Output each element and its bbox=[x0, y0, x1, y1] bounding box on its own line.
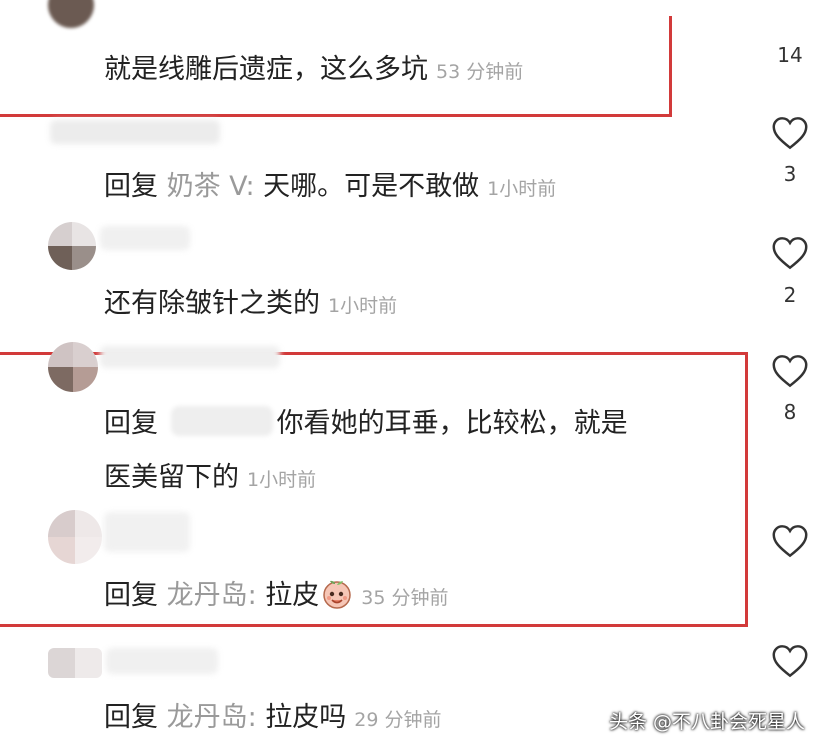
reply-label: 回复 bbox=[104, 171, 158, 202]
comment-4: 回复 你看她的耳垂，比较松，就是 bbox=[104, 401, 628, 440]
highlight-box-1 bbox=[0, 16, 672, 117]
blurred-username bbox=[50, 120, 220, 144]
comment-text: 医美留下的 bbox=[104, 462, 239, 493]
comment-text: 天哪。可是不敢做 bbox=[254, 171, 480, 202]
avatar[interactable] bbox=[48, 648, 102, 678]
comment-timestamp: 1小时前 bbox=[487, 178, 557, 200]
blurred-username bbox=[104, 512, 190, 552]
reply-username[interactable]: 龙丹岛: bbox=[167, 702, 257, 733]
comment-4-line-2: 医美留下的 1小时前 bbox=[104, 455, 316, 494]
blurred-username bbox=[100, 346, 280, 368]
blurred-username bbox=[106, 648, 218, 674]
blurred-username bbox=[100, 226, 190, 250]
comment-timestamp: 1小时前 bbox=[247, 469, 317, 491]
heart-outline-icon[interactable] bbox=[771, 644, 809, 678]
like-count: 8 bbox=[783, 400, 797, 424]
heart-outline-icon[interactable] bbox=[771, 116, 809, 150]
like-count: 2 bbox=[783, 283, 797, 307]
reply-label: 回复 bbox=[104, 408, 158, 439]
comment-5: 回复 龙丹岛: 拉皮 35 分钟前 bbox=[104, 573, 449, 612]
reply-label: 回复 bbox=[104, 702, 158, 733]
comment-text: 还有除皱针之类的 bbox=[104, 288, 320, 319]
comment-6: 回复 龙丹岛: 拉皮吗 29 分钟前 bbox=[104, 695, 442, 734]
heart-outline-icon[interactable] bbox=[771, 236, 809, 270]
comment-text: 拉皮吗 bbox=[256, 702, 347, 733]
like-count: 14 bbox=[777, 43, 803, 67]
heart-outline-icon[interactable] bbox=[771, 354, 809, 388]
reply-username[interactable]: 龙丹岛: bbox=[167, 580, 257, 611]
comment-timestamp: 29 分钟前 bbox=[354, 709, 442, 731]
reply-label: 回复 bbox=[104, 580, 158, 611]
comment-text: 你看她的耳垂，比较松，就是 bbox=[276, 408, 628, 439]
peach-sticker-icon bbox=[323, 580, 352, 609]
comment-timestamp: 35 分钟前 bbox=[361, 587, 449, 609]
comment-2: 回复 奶茶 V: 天哪。可是不敢做 1小时前 bbox=[104, 164, 556, 203]
comment-timestamp: 1小时前 bbox=[328, 295, 398, 317]
avatar[interactable] bbox=[48, 342, 98, 392]
heart-outline-icon[interactable] bbox=[771, 524, 809, 558]
avatar[interactable] bbox=[48, 510, 102, 564]
like-count: 3 bbox=[783, 162, 797, 186]
comment-text: 拉皮 bbox=[256, 580, 320, 611]
comment-3: 还有除皱针之类的 1小时前 bbox=[104, 281, 397, 320]
avatar[interactable] bbox=[48, 222, 96, 270]
watermark: 头条 @不八卦会死星人 bbox=[608, 711, 805, 733]
reply-username[interactable]: 奶茶 V: bbox=[167, 171, 255, 202]
blurred-reply-username bbox=[170, 406, 273, 436]
